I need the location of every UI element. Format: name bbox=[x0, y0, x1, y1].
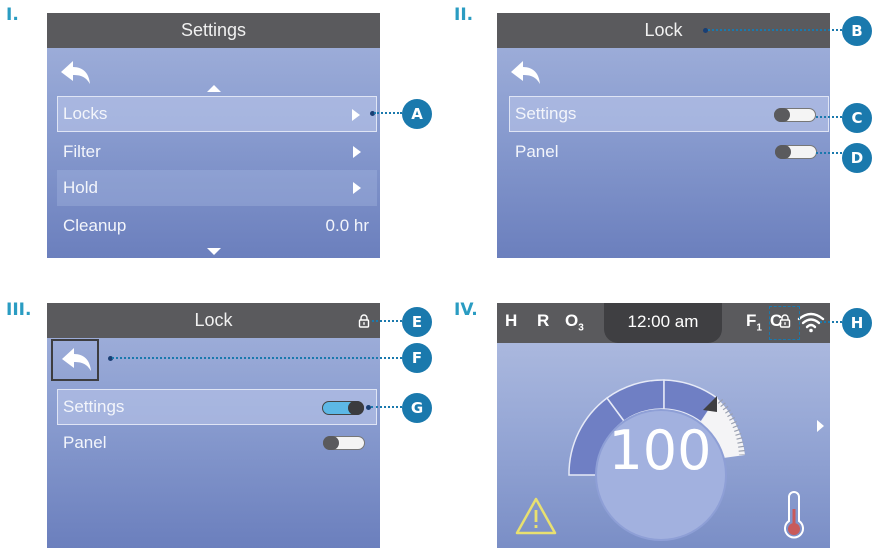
lock-panel-row[interactable]: Panel bbox=[509, 134, 829, 170]
panel-label-3: III. bbox=[6, 300, 32, 320]
panel-lock-toggle[interactable] bbox=[323, 436, 365, 450]
callout-leader bbox=[371, 406, 402, 408]
temperature-value: 100 bbox=[608, 419, 712, 482]
back-arrow-icon[interactable] bbox=[507, 57, 543, 89]
settings-lock-toggle[interactable] bbox=[322, 401, 364, 415]
panel-lock-toggle[interactable] bbox=[775, 145, 817, 159]
callout-b: B bbox=[842, 16, 872, 46]
ozone-subscript: 3 bbox=[578, 322, 584, 334]
menu-item-label: Cleanup bbox=[63, 216, 127, 235]
back-arrow-icon[interactable] bbox=[58, 344, 94, 376]
back-button-highlight[interactable] bbox=[51, 339, 99, 381]
callout-leader bbox=[820, 321, 842, 323]
filter-subscript: 1 bbox=[756, 322, 762, 334]
lock-settings-row[interactable]: Settings bbox=[57, 389, 377, 425]
chevron-right-icon bbox=[353, 182, 361, 194]
scroll-down-icon[interactable] bbox=[207, 248, 221, 255]
menu-item-label: Hold bbox=[63, 178, 98, 197]
callout-leader bbox=[112, 357, 402, 359]
callout-a: A bbox=[402, 99, 432, 129]
menu-item-filter[interactable]: Filter bbox=[57, 134, 377, 170]
callout-c: C bbox=[842, 103, 872, 133]
screen-title: Settings bbox=[47, 13, 380, 48]
cleanup-value: 0.0 hr bbox=[325, 216, 369, 235]
back-arrow-icon[interactable] bbox=[57, 57, 93, 89]
callout-leader bbox=[708, 29, 842, 31]
row-label: Panel bbox=[515, 142, 559, 161]
callout-d: D bbox=[842, 143, 872, 173]
row-label: Panel bbox=[63, 433, 107, 452]
filter-indicator: F1 bbox=[746, 311, 762, 334]
callout-leader bbox=[374, 112, 402, 114]
row-label: Settings bbox=[63, 397, 125, 416]
lock-screen-locked: Lock Settings Panel bbox=[47, 303, 380, 548]
callout-leader bbox=[816, 116, 842, 118]
lock-highlight-box bbox=[769, 306, 800, 340]
menu-item-hold[interactable]: Hold bbox=[57, 170, 377, 206]
chevron-right-icon bbox=[352, 109, 360, 121]
settings-lock-toggle[interactable] bbox=[774, 108, 816, 122]
panel-label-1: I. bbox=[6, 5, 19, 25]
warning-icon[interactable] bbox=[514, 496, 558, 536]
next-page-arrow-icon[interactable] bbox=[817, 420, 824, 432]
callout-leader bbox=[816, 152, 842, 154]
menu-item-label: Filter bbox=[63, 142, 101, 161]
lock-panel-row[interactable]: Panel bbox=[57, 425, 377, 461]
scroll-up-icon[interactable] bbox=[207, 85, 221, 92]
ozone-indicator: O3 bbox=[565, 311, 584, 334]
screen-title: Lock bbox=[47, 303, 380, 338]
ready-indicator: R bbox=[537, 311, 550, 330]
callout-h: H bbox=[842, 308, 872, 338]
panel-label-2: II. bbox=[454, 5, 474, 25]
lock-settings-row[interactable]: Settings bbox=[509, 96, 829, 132]
callout-f: F bbox=[402, 343, 432, 373]
chevron-right-icon bbox=[353, 146, 361, 158]
clock[interactable]: 12:00 am bbox=[604, 303, 722, 343]
callout-e: E bbox=[402, 307, 432, 337]
menu-item-cleanup[interactable]: Cleanup 0.0 hr bbox=[57, 208, 377, 244]
panel-label-4: IV. bbox=[454, 300, 478, 320]
row-label: Settings bbox=[515, 104, 577, 123]
menu-item-label: Locks bbox=[63, 104, 108, 123]
callout-leader bbox=[372, 320, 402, 322]
lock-icon bbox=[358, 314, 370, 328]
lock-screen: Lock Settings Panel bbox=[497, 13, 830, 258]
callout-g: G bbox=[402, 393, 432, 423]
menu-item-locks[interactable]: Locks bbox=[57, 96, 377, 132]
heater-indicator: H bbox=[505, 311, 518, 330]
thermometer-icon[interactable] bbox=[780, 491, 808, 541]
settings-screen: Settings Locks Filter Hold Cleanup 0.0 h… bbox=[47, 13, 380, 258]
